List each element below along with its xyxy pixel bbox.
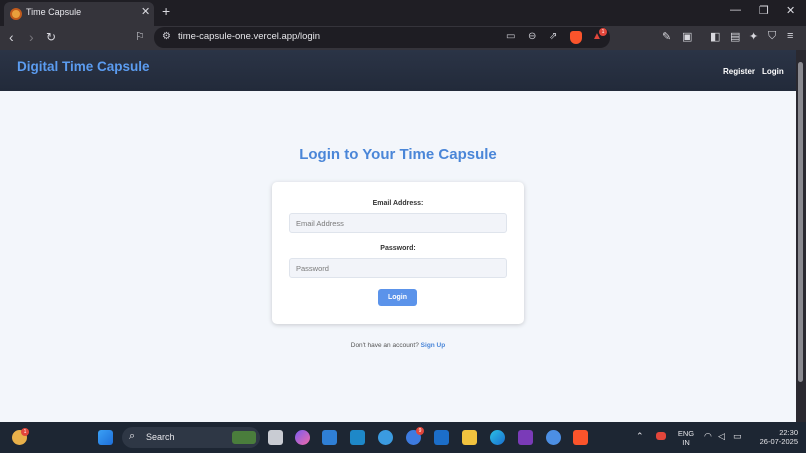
url-text[interactable]: time-capsule-one.vercel.app/login	[178, 31, 320, 42]
share-icon[interactable]: ⇗	[549, 31, 557, 42]
clock[interactable]: 22:30 26-07-2025	[752, 428, 798, 446]
copilot-icon[interactable]	[295, 430, 310, 445]
battery-icon[interactable]: ▭	[733, 431, 742, 442]
task-view-icon[interactable]	[268, 430, 283, 445]
brave-shields-icon[interactable]	[570, 31, 582, 44]
search-highlight-icon	[232, 431, 256, 444]
login-card: Email Address: Password: Login	[272, 182, 524, 324]
mcafee-icon[interactable]	[350, 430, 365, 445]
region-code: IN	[682, 438, 690, 447]
new-tab-button[interactable]: +	[162, 3, 170, 19]
taskbar: 1 ⌕ Search 9 ⌃ ENG IN ◠ ◁ ▭ 22:30 26-07-…	[0, 422, 806, 453]
email-label: Email Address:	[372, 200, 424, 207]
page-title: Login to Your Time Capsule	[299, 146, 497, 163]
site-favicon-icon	[10, 8, 22, 20]
tray-app-icon[interactable]	[656, 432, 666, 440]
language-code: ENG	[677, 429, 695, 438]
minimize-icon[interactable]: —	[730, 4, 741, 16]
scrollbar-thumb[interactable]	[798, 62, 803, 382]
search-icon: ⌕	[129, 430, 136, 442]
edge-icon[interactable]	[490, 430, 505, 445]
site-brand[interactable]: Digital Time Capsule	[17, 59, 150, 74]
clock-date: 26-07-2025	[759, 437, 798, 446]
store-icon[interactable]	[322, 430, 337, 445]
signup-prompt-text: Don't have an account?	[350, 342, 419, 349]
rewards-badge: 1	[599, 28, 607, 36]
browser-toolbar: ‹ › ↻ ⚐ ⚙ time-capsule-one.vercel.app/lo…	[0, 26, 806, 50]
edge-beta-icon[interactable]	[378, 430, 393, 445]
tray-overflow-icon[interactable]: ⌃	[636, 431, 644, 442]
extensions-icon[interactable]: ✎	[662, 30, 671, 43]
signup-link[interactable]: Sign Up	[421, 342, 446, 349]
cast-icon[interactable]: ▭	[506, 31, 515, 42]
browser-tab-strip: Time Capsule ✕ + — ❐ ✕	[0, 0, 806, 26]
window-close-icon[interactable]: ✕	[786, 4, 795, 17]
clock-time: 22:30	[779, 428, 798, 437]
page-viewport: Digital Time Capsule Register Login Logi…	[0, 50, 796, 422]
wifi-icon[interactable]: ◠	[704, 431, 712, 442]
outlook-icon[interactable]	[434, 430, 449, 445]
email-field[interactable]	[289, 213, 507, 233]
nav-register-link[interactable]: Register	[723, 67, 755, 76]
weather-badge: 1	[21, 428, 29, 436]
password-field[interactable]	[289, 258, 507, 278]
chrome-badge: 9	[416, 427, 424, 435]
file-explorer-icon[interactable]	[462, 430, 477, 445]
login-button[interactable]: Login	[378, 289, 417, 306]
reload-icon[interactable]: ↻	[46, 29, 56, 45]
address-bar[interactable]: ⚙ time-capsule-one.vercel.app/login ▭ ⊖ …	[154, 27, 610, 48]
password-label: Password:	[380, 245, 416, 252]
screenshot-icon[interactable]: ▣	[682, 30, 692, 43]
leo-ai-icon[interactable]: ✦	[749, 30, 758, 43]
site-header: Digital Time Capsule Register Login	[0, 50, 796, 91]
wallet-icon[interactable]: ▤	[730, 30, 740, 43]
sidebar-icon[interactable]: ◧	[710, 30, 720, 43]
language-indicator[interactable]: ENG IN	[676, 429, 696, 447]
back-icon[interactable]: ‹	[9, 29, 14, 45]
tab-close-icon[interactable]: ✕	[141, 5, 150, 18]
windows-start-icon[interactable]	[98, 430, 113, 445]
menu-icon[interactable]: ≡	[787, 30, 793, 42]
zoom-icon[interactable]: ⊖	[528, 31, 536, 42]
vpn-icon[interactable]: ⛉	[768, 30, 776, 43]
nav-login-link[interactable]: Login	[762, 67, 784, 76]
bookmark-icon[interactable]: ⚐	[135, 29, 145, 45]
onenote-icon[interactable]	[518, 430, 533, 445]
site-info-icon[interactable]: ⚙	[162, 31, 171, 42]
brave-taskbar-icon[interactable]	[573, 430, 588, 445]
signup-prompt: Don't have an account? Sign Up	[0, 342, 796, 349]
browser-tab[interactable]: Time Capsule ✕	[4, 2, 154, 26]
search-label: Search	[146, 432, 175, 442]
tab-title: Time Capsule	[26, 7, 82, 17]
volume-icon[interactable]: ◁	[718, 431, 725, 442]
taskbar-search[interactable]: ⌕ Search	[122, 427, 260, 448]
chrome-profile-icon[interactable]	[546, 430, 561, 445]
forward-icon[interactable]: ›	[29, 29, 34, 45]
restore-icon[interactable]: ❐	[759, 4, 769, 17]
